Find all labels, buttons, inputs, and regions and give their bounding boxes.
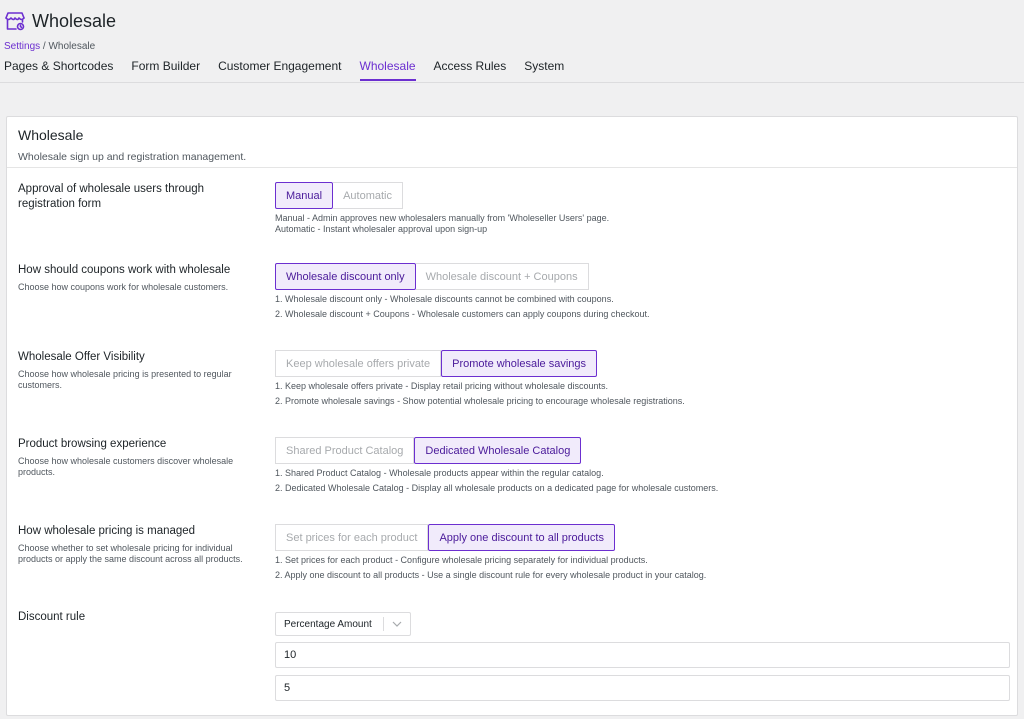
tab-customer-engagement[interactable]: Customer Engagement — [218, 59, 341, 81]
discount-value-input-2[interactable]: 5 — [275, 675, 1010, 701]
pricing-subtitle: Choose whether to set wholesale pricing … — [18, 543, 243, 564]
discount-type-select[interactable]: Percentage Amount — [275, 612, 411, 636]
browsing-label: Product browsing experience — [18, 438, 167, 450]
wholesale-settings-card: Wholesale Wholesale sign up and registra… — [6, 116, 1018, 716]
approval-help-line-1: Manual - Admin approves new wholesalers … — [275, 213, 610, 223]
coupons-help-line-2: 2. Wholesale discount + Coupons - Wholes… — [275, 309, 650, 319]
pricing-help-line-1: 1. Set prices for each product - Configu… — [275, 555, 648, 565]
pricing-help: 1. Set prices for each product - Configu… — [275, 555, 706, 581]
pricing-help-line-2: 2. Apply one discount to all products - … — [275, 570, 707, 580]
visibility-help-line-1: 1. Keep wholesale offers private - Displ… — [275, 381, 609, 391]
approval-automatic-button[interactable]: Automatic — [333, 182, 403, 209]
tab-pages-shortcodes[interactable]: Pages & Shortcodes — [4, 59, 113, 81]
approval-help-line-2: Automatic - Instant wholesaler approval … — [275, 224, 488, 234]
browsing-dedicated-catalog-button[interactable]: Dedicated Wholesale Catalog — [414, 437, 582, 464]
discount-value-input-1[interactable]: 10 — [275, 642, 1010, 668]
coupons-wholesale-plus-coupons-button[interactable]: Wholesale discount + Coupons — [415, 263, 589, 290]
breadcrumb-current: Wholesale — [48, 41, 96, 52]
visibility-label: Wholesale Offer Visibility — [18, 351, 145, 363]
visibility-help-line-2: 2. Promote wholesale savings - Show pote… — [275, 396, 685, 406]
page-title: Wholesale — [32, 10, 117, 31]
tab-form-builder[interactable]: Form Builder — [131, 59, 200, 81]
pricing-label: How wholesale pricing is managed — [18, 525, 196, 537]
visibility-help: 1. Keep wholesale offers private - Displ… — [275, 381, 685, 407]
browsing-shared-catalog-button[interactable]: Shared Product Catalog — [275, 437, 415, 464]
card-description: Wholesale sign up and registration manag… — [18, 151, 247, 163]
visibility-promote-button[interactable]: Promote wholesale savings — [441, 350, 598, 377]
visibility-toggle: Keep wholesale offers private Promote wh… — [275, 350, 598, 377]
settings-tabs: Pages & Shortcodes Form Builder Customer… — [4, 59, 582, 81]
card-title: Wholesale — [18, 127, 84, 143]
store-icon — [4, 10, 26, 32]
visibility-private-button[interactable]: Keep wholesale offers private — [275, 350, 442, 377]
page-header: Wholesale Settings / Wholesale Pages & S… — [0, 0, 1024, 83]
approval-manual-button[interactable]: Manual — [275, 182, 334, 209]
pricing-one-discount-button[interactable]: Apply one discount to all products — [428, 524, 615, 551]
browsing-toggle: Shared Product Catalog Dedicated Wholesa… — [275, 437, 582, 464]
visibility-subtitle: Choose how wholesale pricing is presente… — [18, 369, 232, 390]
tab-system[interactable]: System — [524, 59, 564, 81]
browsing-subtitle: Choose how wholesale customers discover … — [18, 456, 234, 477]
card-header: Wholesale Wholesale sign up and registra… — [7, 117, 1017, 168]
pricing-toggle: Set prices for each product Apply one di… — [275, 524, 615, 551]
coupons-toggle: Wholesale discount only Wholesale discou… — [275, 263, 589, 290]
discount-type-value: Percentage Amount — [284, 618, 372, 630]
approval-label: Approval of wholesale users through regi… — [18, 183, 205, 210]
browsing-help-line-1: 1. Shared Product Catalog - Wholesale pr… — [275, 468, 604, 478]
title-row: Wholesale — [4, 10, 116, 32]
tab-wholesale[interactable]: Wholesale — [359, 59, 416, 81]
discount-rule-label: Discount rule — [18, 611, 86, 623]
coupons-label: How should coupons work with wholesale — [18, 264, 231, 276]
tab-access-rules[interactable]: Access Rules — [434, 59, 507, 81]
coupons-wholesale-only-button[interactable]: Wholesale discount only — [275, 263, 416, 290]
coupons-help-line-1: 1. Wholesale discount only - Wholesale d… — [275, 294, 614, 304]
pricing-per-product-button[interactable]: Set prices for each product — [275, 524, 429, 551]
browsing-help: 1. Shared Product Catalog - Wholesale pr… — [275, 468, 718, 494]
coupons-subtitle: Choose how coupons work for wholesale cu… — [18, 282, 229, 292]
approval-help: Manual - Admin approves new wholesalers … — [275, 213, 609, 235]
browsing-help-line-2: 2. Dedicated Wholesale Catalog - Display… — [275, 483, 719, 493]
approval-toggle: Manual Automatic — [275, 182, 403, 209]
breadcrumb-settings-link[interactable]: Settings — [4, 41, 40, 52]
coupons-help: 1. Wholesale discount only - Wholesale d… — [275, 294, 649, 320]
chevron-down-icon — [384, 621, 410, 627]
breadcrumb: Settings / Wholesale — [4, 41, 95, 52]
